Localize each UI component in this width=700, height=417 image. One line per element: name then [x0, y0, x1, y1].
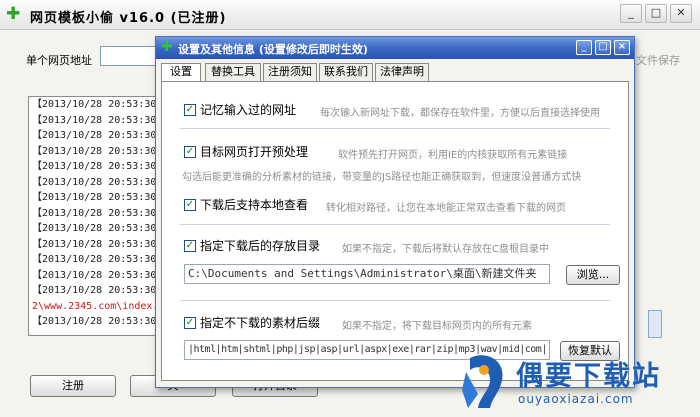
- save-dir-path-field[interactable]: C:\Documents and Settings\Administrator\…: [184, 264, 550, 284]
- settings-panel: ✓ 记忆输入过的网址 每次输入新网址下载，都保存在软件里，方便以后直接选择使用 …: [161, 81, 629, 381]
- maximize-button[interactable]: □: [645, 4, 667, 23]
- log-row: 【2013/10/28 20:53:30】: [32, 114, 158, 126]
- dialog-close-button[interactable]: ×: [614, 40, 630, 55]
- register-button[interactable]: 注册: [30, 375, 116, 397]
- log-row: 【2013/10/28 20:53:30】: [32, 223, 158, 234]
- minimize-button[interactable]: _: [620, 4, 642, 23]
- log-row: 【2013/10/28 20:53:30】: [32, 207, 158, 219]
- watermark-url: ouyaoxiazai.com: [518, 392, 634, 406]
- remember-url-label: 记忆输入过的网址: [200, 103, 297, 117]
- close-button[interactable]: ✕: [670, 4, 692, 23]
- remember-url-checkbox[interactable]: ✓: [184, 104, 196, 116]
- log-row-url: 2\www.2345.com\index.h: [32, 300, 158, 312]
- save-dir-label: 指定下载后的存放目录: [200, 239, 321, 253]
- main-title-bar[interactable]: ✚ 网页模板小偷 v16.0 (已注册) _ □ ✕: [0, 0, 700, 30]
- tab-register-notes[interactable]: 注册须知: [263, 63, 317, 81]
- dialog-title-bar[interactable]: ✚ 设置及其他信息 (设置修改后即时生效) _ □ ×: [156, 37, 634, 59]
- watermark-text: 偶要下载站: [516, 361, 661, 392]
- settings-dialog: ✚ 设置及其他信息 (设置修改后即时生效) _ □ × 设置 替换工具 注册须知…: [155, 36, 635, 388]
- save-dir-hint: 如果不指定，下载后将默认存放在C盘根目录中: [342, 244, 549, 255]
- log-row: 【2013/10/28 20:53:30】: [32, 176, 158, 188]
- site-watermark: 偶要下载站 ouyaoxiazai.com: [448, 348, 698, 416]
- divider: [180, 300, 610, 301]
- log-row: 【2013/10/28 20:53:30】: [32, 269, 158, 281]
- exclude-ext-checkbox[interactable]: ✓: [184, 317, 196, 329]
- tab-contact[interactable]: 联系我们: [319, 63, 373, 81]
- log-row: 【2013/10/28 20:53:30】: [32, 238, 158, 250]
- url-label: 单个网页地址: [26, 54, 92, 67]
- log-row: 【2013/10/28 20:53:30】: [32, 145, 158, 157]
- preprocess-hint: 软件预先打开网页，利用IE的内核获取所有元素链接: [338, 150, 568, 161]
- log-row: 【2013/10/28 20:53:30】: [32, 254, 158, 265]
- watermark-logo-icon: [462, 355, 503, 408]
- tab-legal[interactable]: 法律声明: [375, 63, 429, 81]
- log-row: 【2013/10/28 20:53:30】: [32, 130, 158, 141]
- preprocess-checkbox[interactable]: ✓: [184, 146, 196, 158]
- log-row: 【2013/10/28 20:53:30】: [32, 285, 158, 296]
- scrollbar-thumb[interactable]: [648, 310, 662, 338]
- log-row: 【2013/10/28 20:53:30】: [32, 316, 158, 327]
- dialog-plus-icon: ✚: [161, 39, 173, 55]
- exclude-ext-hint: 如果不指定，将下载目标网页内的所有元素: [342, 321, 532, 332]
- main-window-title: 网页模板小偷 v16.0 (已注册): [30, 11, 227, 26]
- local-view-checkbox[interactable]: ✓: [184, 199, 196, 211]
- local-view-hint: 转化相对路径，让您在本地能正常双击查看下载的网页: [326, 203, 566, 214]
- tab-replace-tool[interactable]: 替换工具: [205, 63, 261, 81]
- log-row: 【2013/10/28 20:53:30】: [32, 99, 158, 110]
- tab-settings[interactable]: 设置: [161, 63, 201, 82]
- divider: [180, 224, 610, 225]
- browse-button[interactable]: 浏览...: [566, 265, 620, 285]
- preprocess-hint-detail: 勾选后能更准确的分析素材的链接，带变量的JS路径也能正确获取到，但速度没普通方式…: [182, 172, 582, 183]
- log-list[interactable]: 【2013/10/28 20:53:30】 【2013/10/28 20:53:…: [28, 96, 158, 336]
- remember-url-hint: 每次输入新网址下载，都保存在软件里，方便以后直接选择使用: [320, 108, 600, 119]
- local-view-label: 下载后支持本地查看: [200, 198, 309, 212]
- url-input[interactable]: [100, 46, 160, 66]
- log-row: 【2013/10/28 20:53:30】: [32, 161, 158, 172]
- dialog-maximize-button[interactable]: □: [595, 40, 611, 55]
- exclude-ext-label: 指定不下载的素材后缀: [200, 316, 321, 330]
- save-hint-text: 文件保存: [636, 54, 680, 67]
- save-dir-checkbox[interactable]: ✓: [184, 240, 196, 252]
- dialog-title: 设置及其他信息 (设置修改后即时生效): [178, 43, 368, 56]
- log-row: 【2013/10/28 20:53:30】: [32, 192, 158, 203]
- preprocess-label: 目标网页打开预处理: [200, 145, 309, 159]
- dialog-minimize-button[interactable]: _: [576, 40, 592, 55]
- app-plus-icon: ✚: [6, 4, 21, 24]
- divider: [180, 128, 610, 129]
